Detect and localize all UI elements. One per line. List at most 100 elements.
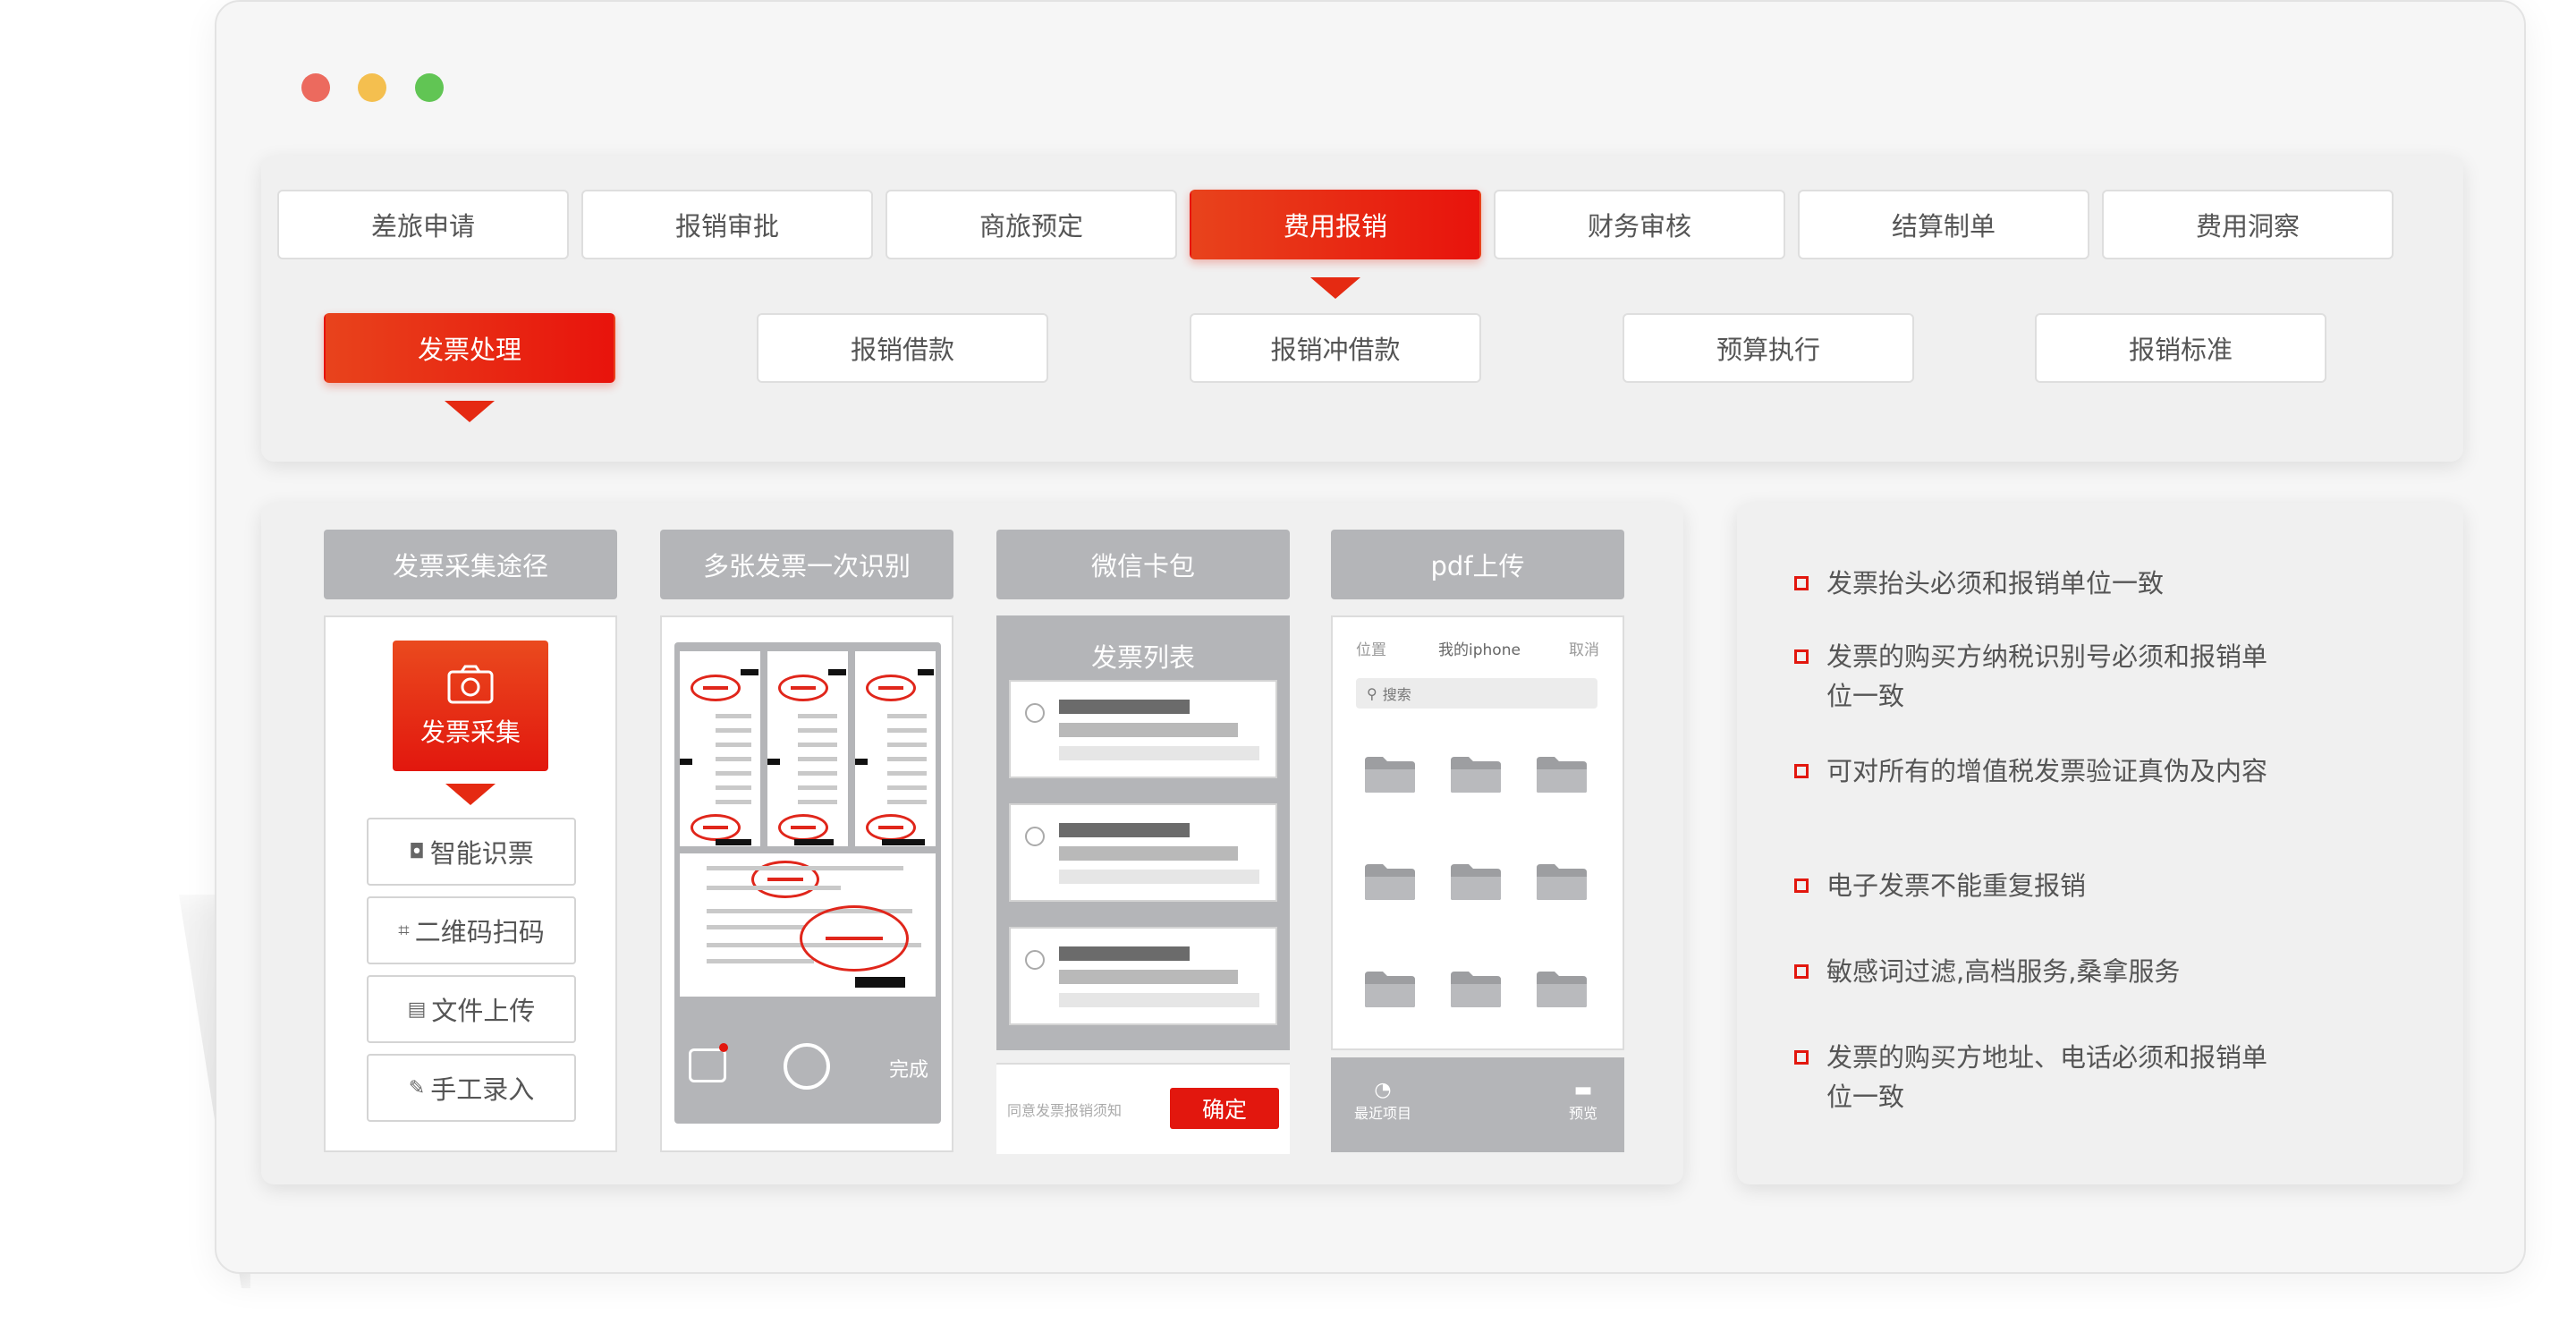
confirm-button[interactable]: 确定 [1170,1088,1279,1129]
folder-icon[interactable] [1449,861,1503,902]
pdf-box: 位置 我的iphone 取消 ⚲ 搜索 ◔ 最近项目 ▬ 预览 [1331,615,1624,1152]
location-link[interactable]: 位置 [1356,637,1386,659]
wechat-footer: 同意发票报销须知 确定 [996,1063,1290,1154]
folder-icon[interactable] [1449,753,1503,794]
bullet-icon [1794,764,1809,778]
multi-header: 多张发票一次识别 [660,530,953,599]
document-icon: ▤ [407,997,427,1021]
method-file-upload[interactable]: ▤ 文件上传 [367,975,576,1043]
rule-item: 发票的购买方纳税识别号必须和报销单位一致 [1794,637,2292,716]
folder-icon[interactable] [1535,861,1589,902]
pdf-header: pdf上传 [1331,530,1624,599]
capture-card[interactable]: 发票采集 [393,641,548,771]
capture-pointer [445,784,496,805]
folder-icon[interactable] [1535,968,1589,1009]
subtab-budget-execution[interactable]: 预算执行 [1623,313,1914,383]
method-label: 智能识票 [429,838,534,869]
invoice-strip [680,651,760,846]
search-placeholder: 搜索 [1382,686,1411,703]
wechat-box: 发票列表 同意发票报销须知 确定 [996,615,1290,1154]
subtab-reimburse-standard[interactable]: 报销标准 [2035,313,2326,383]
scanner-screen: 完成 [674,642,941,1124]
recent-label: 最近项目 [1354,1105,1412,1122]
tab-travel-request[interactable]: 差旅申请 [277,190,569,259]
maximize-dot[interactable] [415,73,444,102]
rule-text: 电子发票不能重复报销 [1826,870,2087,901]
collect-box: 发票采集 ◘ 智能识票 ⌗ 二维码扫码 ▤ 文件上传 ✎ 手工录入 [324,615,617,1152]
bullet-icon [1794,649,1809,664]
camera-icon: ◘ [409,840,425,863]
pdf-footer: ◔ 最近项目 ▬ 预览 [1331,1057,1624,1152]
bullet-icon [1794,878,1809,893]
bullet-icon [1794,964,1809,979]
method-label: 二维码扫码 [414,917,545,947]
method-smart-recognition[interactable]: ◘ 智能识票 [367,818,576,886]
select-radio[interactable] [1025,950,1045,970]
browse-label: 预览 [1568,1105,1597,1122]
browse-tab[interactable]: ▬ 预览 [1569,1079,1597,1123]
browser-title: 我的iphone [1438,641,1521,659]
app-window: 差旅申请 报销审批 商旅预定 费用报销 财务审核 结算制单 费用洞察 发票处理 … [215,0,2526,1274]
invoice-strip [767,651,848,846]
rules-panel: 发票抬头必须和报销单位一致 发票的购买方纳税识别号必须和报销单位一致 可对所有的… [1737,503,2463,1184]
rule-text: 发票的购买方地址、电话必须和报销单位一致 [1826,1042,2268,1112]
folder-icon[interactable] [1449,968,1503,1009]
invoice-card[interactable] [1009,927,1277,1025]
active-tab-pointer [1310,277,1360,299]
subtab-invoice-processing[interactable]: 发票处理 [324,313,615,383]
rule-text: 发票抬头必须和报销单位一致 [1826,568,2165,598]
method-label: 文件上传 [431,996,536,1026]
multi-box: 完成 [660,615,953,1152]
folder-icon[interactable] [1363,753,1417,794]
folder-icon[interactable] [1363,968,1417,1009]
recent-tab[interactable]: ◔ 最近项目 [1354,1079,1411,1123]
rule-item: 发票抬头必须和报销单位一致 [1794,564,2292,603]
method-manual-entry[interactable]: ✎ 手工录入 [367,1054,576,1122]
invoice-list-panel: 发票列表 [996,615,1290,1050]
rule-text: 发票的购买方纳税识别号必须和报销单位一致 [1826,641,2268,711]
tab-travel-booking[interactable]: 商旅预定 [886,190,1177,259]
wechat-header: 微信卡包 [996,530,1290,599]
scan-icon: ⌗ [398,919,410,942]
tab-settlement[interactable]: 结算制单 [1798,190,2089,259]
tab-expense-insight[interactable]: 费用洞察 [2102,190,2394,259]
select-radio[interactable] [1025,827,1045,846]
subtab-offset-loan[interactable]: 报销冲借款 [1190,313,1481,383]
done-button[interactable]: 完成 [889,1054,928,1082]
active-subtab-pointer [445,401,495,422]
collect-header: 发票采集途径 [324,530,617,599]
rule-text: 敏感词过滤,高档服务,桑拿服务 [1826,956,2181,987]
search-icon: ⚲ [1367,684,1377,702]
subtab-reimburse-loan[interactable]: 报销借款 [757,313,1048,383]
shutter-button[interactable] [784,1043,830,1090]
select-radio[interactable] [1025,703,1045,723]
method-qr-scan[interactable]: ⌗ 二维码扫码 [367,896,576,964]
folder-icon[interactable] [1535,753,1589,794]
invoice-strip [855,651,936,846]
tab-finance-review[interactable]: 财务审核 [1494,190,1785,259]
clock-icon: ◔ [1374,1079,1392,1101]
camera-icon [447,665,494,704]
invoice-sheet [680,853,936,997]
minimize-dot[interactable] [358,73,386,102]
notification-badge [719,1043,728,1052]
pen-icon: ✎ [408,1076,426,1099]
cancel-link[interactable]: 取消 [1569,637,1599,659]
agreement-note: 同意发票报销须知 [1007,1102,1123,1119]
invoice-list-title: 发票列表 [1090,642,1195,673]
bullet-icon [1794,1050,1809,1065]
invoice-card[interactable] [1009,680,1277,778]
folder-icon: ▬ [1573,1079,1593,1101]
capture-label: 发票采集 [419,717,521,747]
folder-icon[interactable] [1363,861,1417,902]
gallery-icon[interactable] [689,1048,726,1082]
invoice-card[interactable] [1009,803,1277,902]
tab-expense-reimbursement[interactable]: 费用报销 [1190,190,1481,259]
rule-item: 可对所有的增值税发票验证真伪及内容 [1794,751,2292,791]
method-label: 手工录入 [430,1074,535,1105]
rule-item: 敏感词过滤,高档服务,桑拿服务 [1794,952,2292,991]
invoice-content-panel: 发票采集途径 发票采集 ◘ 智能识票 ⌗ 二维码扫码 ▤ 文件上传 ✎ 手工录入… [261,503,1683,1184]
tab-reimburse-approval[interactable]: 报销审批 [581,190,873,259]
close-dot[interactable] [301,73,330,102]
search-input[interactable]: ⚲ 搜索 [1356,678,1597,709]
